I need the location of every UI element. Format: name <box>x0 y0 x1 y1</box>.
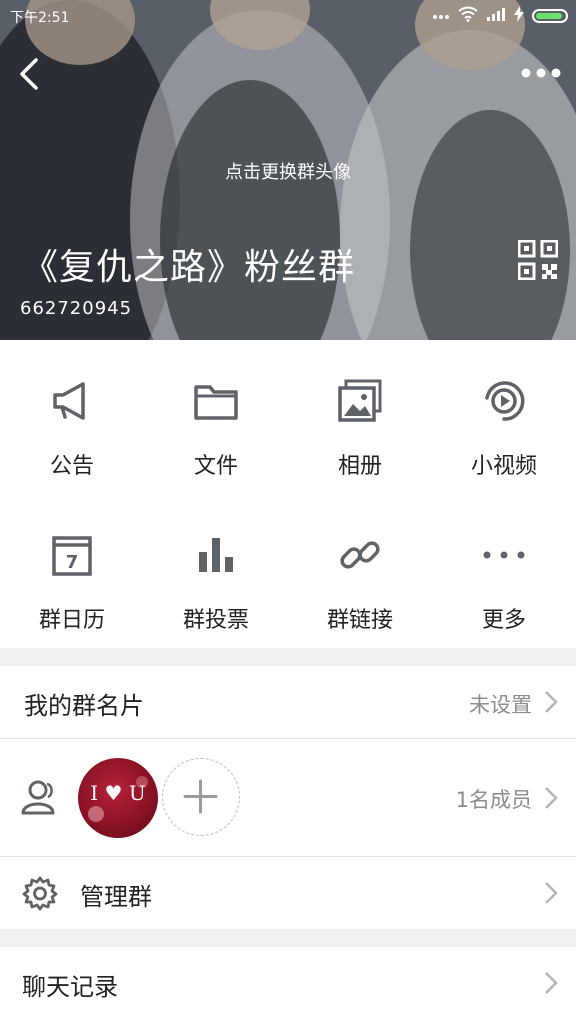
avatar-text: I ♥ U <box>90 781 145 805</box>
link-icon <box>340 541 380 569</box>
tile-label: 小视频 <box>470 454 537 479</box>
cell-signal-icon <box>486 7 506 25</box>
plus-icon <box>183 779 218 814</box>
photo-album-icon <box>338 379 382 422</box>
tile-label: 公告 <box>49 454 94 479</box>
feature-grid: 公告 文件 相册 小视频 7 群日历 群投票 群链接 更多 <box>0 340 576 648</box>
tile-vote[interactable]: 群投票 <box>144 494 288 648</box>
tile-label: 群日历 <box>38 608 105 633</box>
charging-icon <box>514 6 524 26</box>
signal-dots-icon <box>432 8 450 24</box>
group-id: 662720945 <box>20 298 133 319</box>
tile-more[interactable]: 更多 <box>432 494 576 648</box>
group-name: 《复仇之路》粉丝群 <box>22 247 356 288</box>
tile-short-video[interactable]: 小视频 <box>432 340 576 494</box>
tile-label: 相册 <box>337 454 382 479</box>
folder-icon <box>194 385 238 420</box>
more-dots-icon <box>483 551 525 559</box>
tile-label: 群链接 <box>326 608 393 633</box>
add-member-button[interactable] <box>162 758 240 836</box>
chat-history-row[interactable]: 聊天记录 <box>0 947 576 1024</box>
status-icons <box>432 6 568 26</box>
tile-announcement[interactable]: 公告 <box>0 340 144 494</box>
wifi-icon <box>458 6 478 26</box>
members-icon <box>21 780 55 815</box>
more-horizontal-icon <box>521 68 561 78</box>
calendar-day-number: 7 <box>66 552 79 573</box>
tile-calendar[interactable]: 7 群日历 <box>0 494 144 648</box>
status-bar: 下午2:51 <box>0 0 576 32</box>
calendar-icon: 7 <box>52 536 92 576</box>
chat-history-label: 聊天记录 <box>22 973 118 1001</box>
more-options-button[interactable] <box>518 60 564 86</box>
chevron-right-icon <box>545 882 558 904</box>
change-group-avatar-link[interactable]: 点击更换群头像 <box>0 158 576 184</box>
avatar-image: I ♥ U <box>88 776 148 822</box>
manage-group-label: 管理群 <box>80 883 152 911</box>
group-header[interactable]: 下午2:51 点击更换群头像 《复仇之路》粉丝群 662720945 <box>0 0 576 340</box>
chevron-right-icon <box>545 787 558 809</box>
tile-label: 更多 <box>481 608 526 633</box>
tile-album[interactable]: 相册 <box>288 340 432 494</box>
tile-files[interactable]: 文件 <box>144 340 288 494</box>
chevron-right-icon <box>545 691 558 713</box>
my-group-card-label: 我的群名片 <box>24 692 144 720</box>
back-button[interactable] <box>12 54 52 94</box>
bar-chart-icon <box>199 538 233 572</box>
tile-group-link[interactable]: 群链接 <box>288 494 432 648</box>
qr-code-button[interactable] <box>517 239 559 281</box>
tile-label: 群投票 <box>182 608 249 633</box>
megaphone-icon <box>53 382 85 420</box>
member-avatar[interactable]: I ♥ U <box>78 758 158 838</box>
status-time: 下午2:51 <box>10 10 70 26</box>
tile-label: 文件 <box>193 454 238 479</box>
video-icon <box>485 381 525 421</box>
battery-icon <box>532 9 568 23</box>
my-group-card-row[interactable]: 我的群名片 未设置 <box>0 666 576 738</box>
qr-code-icon <box>517 239 559 281</box>
gear-icon <box>22 876 58 911</box>
chevron-left-icon <box>20 58 38 90</box>
my-group-card-value: 未设置 <box>469 693 532 717</box>
chevron-right-icon <box>545 972 558 994</box>
member-count: 1名成员 <box>455 788 532 812</box>
manage-group-row[interactable]: 管理群 <box>0 857 576 929</box>
